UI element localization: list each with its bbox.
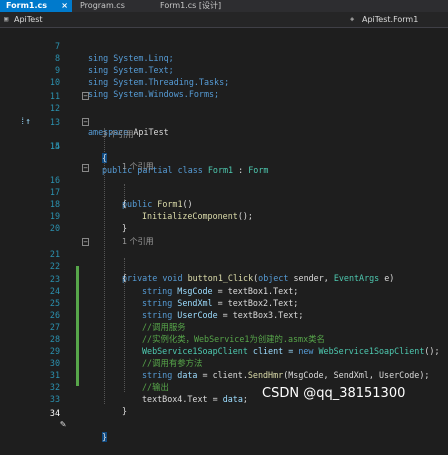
code-line: 20 xyxy=(0,210,448,233)
tab-bar: Form1.cs × Program.cs Form1.cs [设计] xyxy=(0,0,448,12)
tab-label: Program.cs xyxy=(80,1,125,10)
tab-form1-cs[interactable]: Form1.cs × xyxy=(0,0,72,12)
code-line: 29 //调用有参方法 xyxy=(0,333,448,368)
code-line: 15 { xyxy=(0,128,448,163)
quick-actions-icon[interactable]: ✎ xyxy=(60,419,66,431)
code-line: 18 InitializeComponent(); xyxy=(0,186,448,221)
collapse-icon[interactable]: − xyxy=(82,238,89,246)
code-line: 16 − public Form1() xyxy=(0,162,448,209)
class-icon: ◈ xyxy=(350,15,355,23)
code-line: 11 xyxy=(0,78,448,101)
collapse-icon[interactable]: − xyxy=(82,164,89,172)
code-line: 26 //调用服务 xyxy=(0,297,448,332)
code-line: 7 sing System.Linq; xyxy=(0,28,448,63)
code-line: 19 } xyxy=(0,198,448,233)
code-line: 28 WebService1SoapClient client = new We… xyxy=(0,321,448,356)
code-line: 23 string MsgCode = textBox1.Text; xyxy=(0,261,448,296)
code-line: 32 textBox4.Text = data; xyxy=(0,369,448,404)
code-line: 31 //输出 xyxy=(0,357,448,392)
code-line: 24 string SendXml = textBox2.Text; xyxy=(0,273,448,308)
code-line: 1 个引用 xyxy=(0,148,448,171)
code-line: 22 { xyxy=(0,248,448,283)
collapse-icon[interactable]: − xyxy=(82,118,89,126)
code-line: ⁞↑ 14 − public partial class Form1 : For… xyxy=(0,116,448,175)
tab-label: Form1.cs xyxy=(6,1,48,10)
watermark: CSDN @qq_38151300 xyxy=(262,386,406,401)
code-line: 13 3 个引用 xyxy=(0,104,448,139)
code-line: 9 sing System.Threading.Tasks; xyxy=(0,52,448,87)
tab-label: Form1.cs [设计] xyxy=(160,1,222,10)
code-line: 21 − private void button1_Click(object s… xyxy=(0,236,448,283)
csharp-project-icon: ▣ xyxy=(4,15,9,23)
code-editor[interactable]: 7 sing System.Linq; 8 sing System.Text; … xyxy=(0,28,448,442)
class-dropdown[interactable]: ApiTest.Form1 xyxy=(362,12,418,27)
navigation-bar: ▣ ApiTest ◈ ApiTest.Form1 xyxy=(0,12,448,28)
code-line: 25 string UserCode = textBox3.Text; xyxy=(0,285,448,320)
code-line: 12 − amespace ApiTest xyxy=(0,90,448,137)
project-dropdown[interactable]: ApiTest xyxy=(14,12,43,27)
code-line: 17 { xyxy=(0,174,448,209)
code-line: 8 sing System.Text; xyxy=(0,40,448,75)
line-number: 34 xyxy=(49,408,60,418)
code-line: 27 //实例化类，WebService1为创建的.asmx类名 xyxy=(0,309,448,344)
tab-program-cs[interactable]: Program.cs xyxy=(74,0,154,12)
code-line: 10 sing System.Windows.Forms; xyxy=(0,64,448,99)
code-line: 30 string data = client.SendHmr(MsgCode,… xyxy=(0,345,448,380)
bookmark-icon[interactable]: ⁞↑ xyxy=(20,117,34,127)
tab-form1-designer[interactable]: Form1.cs [设计] xyxy=(154,0,254,12)
collapse-icon[interactable]: − xyxy=(82,92,89,100)
code-line: 1 个引用 xyxy=(0,223,448,246)
close-icon[interactable]: × xyxy=(61,0,68,12)
